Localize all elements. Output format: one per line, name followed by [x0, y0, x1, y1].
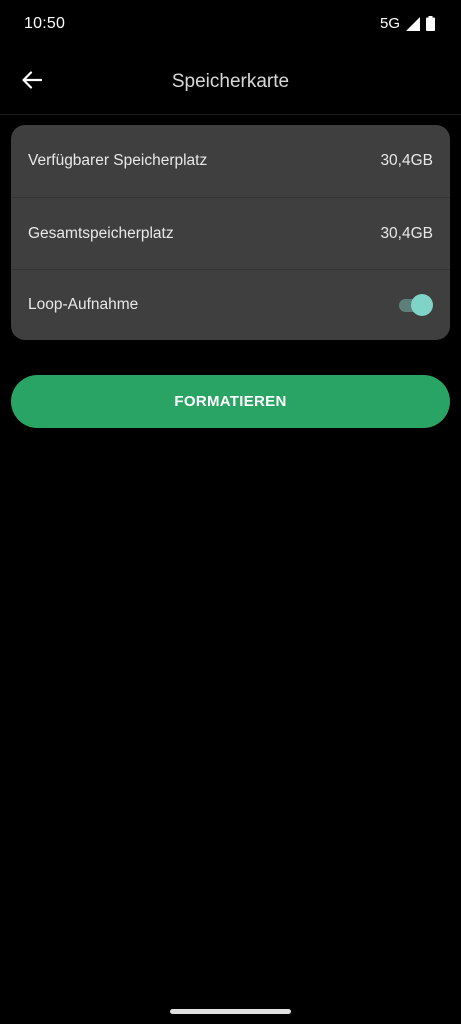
- available-storage-row: Verfügbarer Speicherplatz 30,4GB: [11, 125, 450, 197]
- status-icons: 5G: [380, 15, 435, 32]
- available-storage-value: 30,4GB: [380, 152, 433, 169]
- battery-icon: [426, 16, 435, 31]
- total-storage-row: Gesamtspeicherplatz 30,4GB: [11, 197, 450, 269]
- format-button[interactable]: FORMATIEREN: [11, 375, 450, 428]
- loop-recording-row[interactable]: Loop-Aufnahme: [11, 269, 450, 340]
- loop-recording-label: Loop-Aufnahme: [28, 296, 139, 313]
- total-storage-value: 30,4GB: [380, 224, 433, 242]
- toggle-thumb: [411, 294, 433, 316]
- available-storage-label: Verfügbarer Speicherplatz: [28, 152, 208, 169]
- storage-settings-card: Verfügbarer Speicherplatz 30,4GB Gesamts…: [11, 125, 450, 340]
- page-title: Speicherkarte: [171, 71, 290, 92]
- signal-icon: [406, 16, 420, 31]
- status-bar: 10:50 5G: [0, 0, 461, 50]
- total-storage-label: Gesamtspeicherplatz: [28, 224, 174, 242]
- status-time: 10:50: [24, 15, 66, 32]
- app-bar: Speicherkarte: [0, 50, 461, 115]
- loop-recording-toggle[interactable]: [397, 294, 433, 316]
- network-type: 5G: [379, 15, 400, 32]
- home-indicator[interactable]: [170, 1009, 291, 1014]
